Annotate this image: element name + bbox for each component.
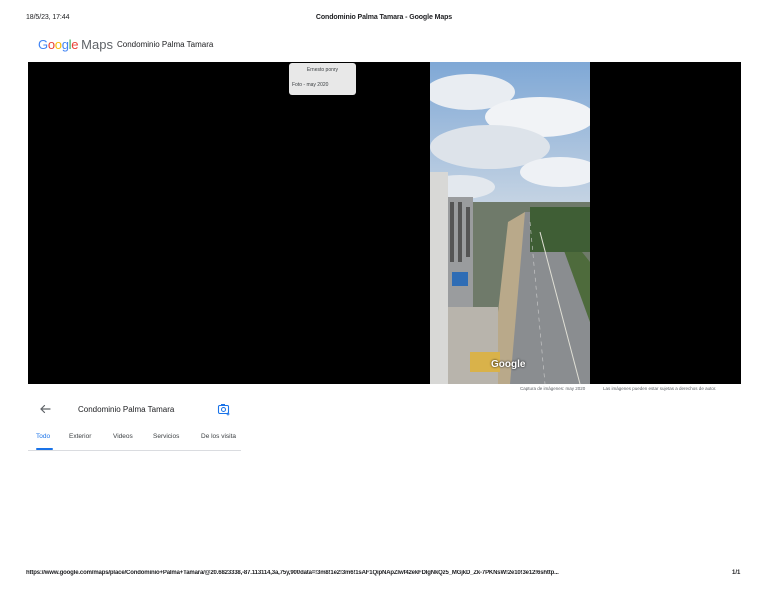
tab-exterior[interactable]: Exterior (69, 433, 91, 440)
logo-letter: G (38, 37, 48, 52)
arrow-left-icon[interactable] (38, 402, 52, 416)
photo-category-tabs: Todo Exterior Videos Servicios De los vi… (28, 429, 241, 451)
maps-wordmark: Maps (81, 37, 113, 52)
add-photo-icon[interactable] (217, 402, 231, 416)
print-footer-url: https://www.google.com/maps/place/Condom… (26, 570, 559, 576)
panel-title: Condominio Palma Tamara (78, 405, 175, 414)
tab-todo[interactable]: Todo (36, 433, 50, 440)
photo-viewer[interactable]: Ernesto ponry Foto - may 2020 Google (28, 62, 741, 384)
tab-de-los-visitantes[interactable]: De los visita (201, 433, 236, 440)
photo-attribution-card[interactable]: Ernesto ponry Foto - may 2020 (289, 63, 356, 95)
photos-panel-header: Condominio Palma Tamara (28, 397, 241, 421)
tab-servicios[interactable]: Servicios (153, 433, 179, 440)
google-maps-logo[interactable]: Google Maps (38, 37, 113, 52)
active-tab-indicator (36, 448, 53, 450)
print-header-title: Condominio Palma Tamara - Google Maps (315, 14, 453, 21)
google-logo: Google (38, 37, 78, 52)
google-watermark: Google (491, 359, 526, 370)
logo-letter: g (61, 37, 69, 52)
place-name-header: Condominio Palma Tamara (117, 40, 214, 49)
logo-letter: e (71, 37, 79, 52)
capture-date-caption: Captura de imágenes: may 2020 (520, 386, 586, 391)
street-photo[interactable] (430, 62, 590, 384)
logo-letter: o (47, 37, 55, 52)
photo-author[interactable]: Ernesto ponry (289, 67, 356, 73)
tab-videos[interactable]: Videos (113, 433, 133, 440)
street-photo-image (430, 62, 590, 384)
copyright-caption[interactable]: Las imágenes pueden estar sujetas a dere… (603, 386, 716, 391)
logo-letter: o (54, 37, 62, 52)
print-footer-page: 1/1 (732, 570, 741, 576)
photo-date: Foto - may 2020 (292, 82, 329, 88)
